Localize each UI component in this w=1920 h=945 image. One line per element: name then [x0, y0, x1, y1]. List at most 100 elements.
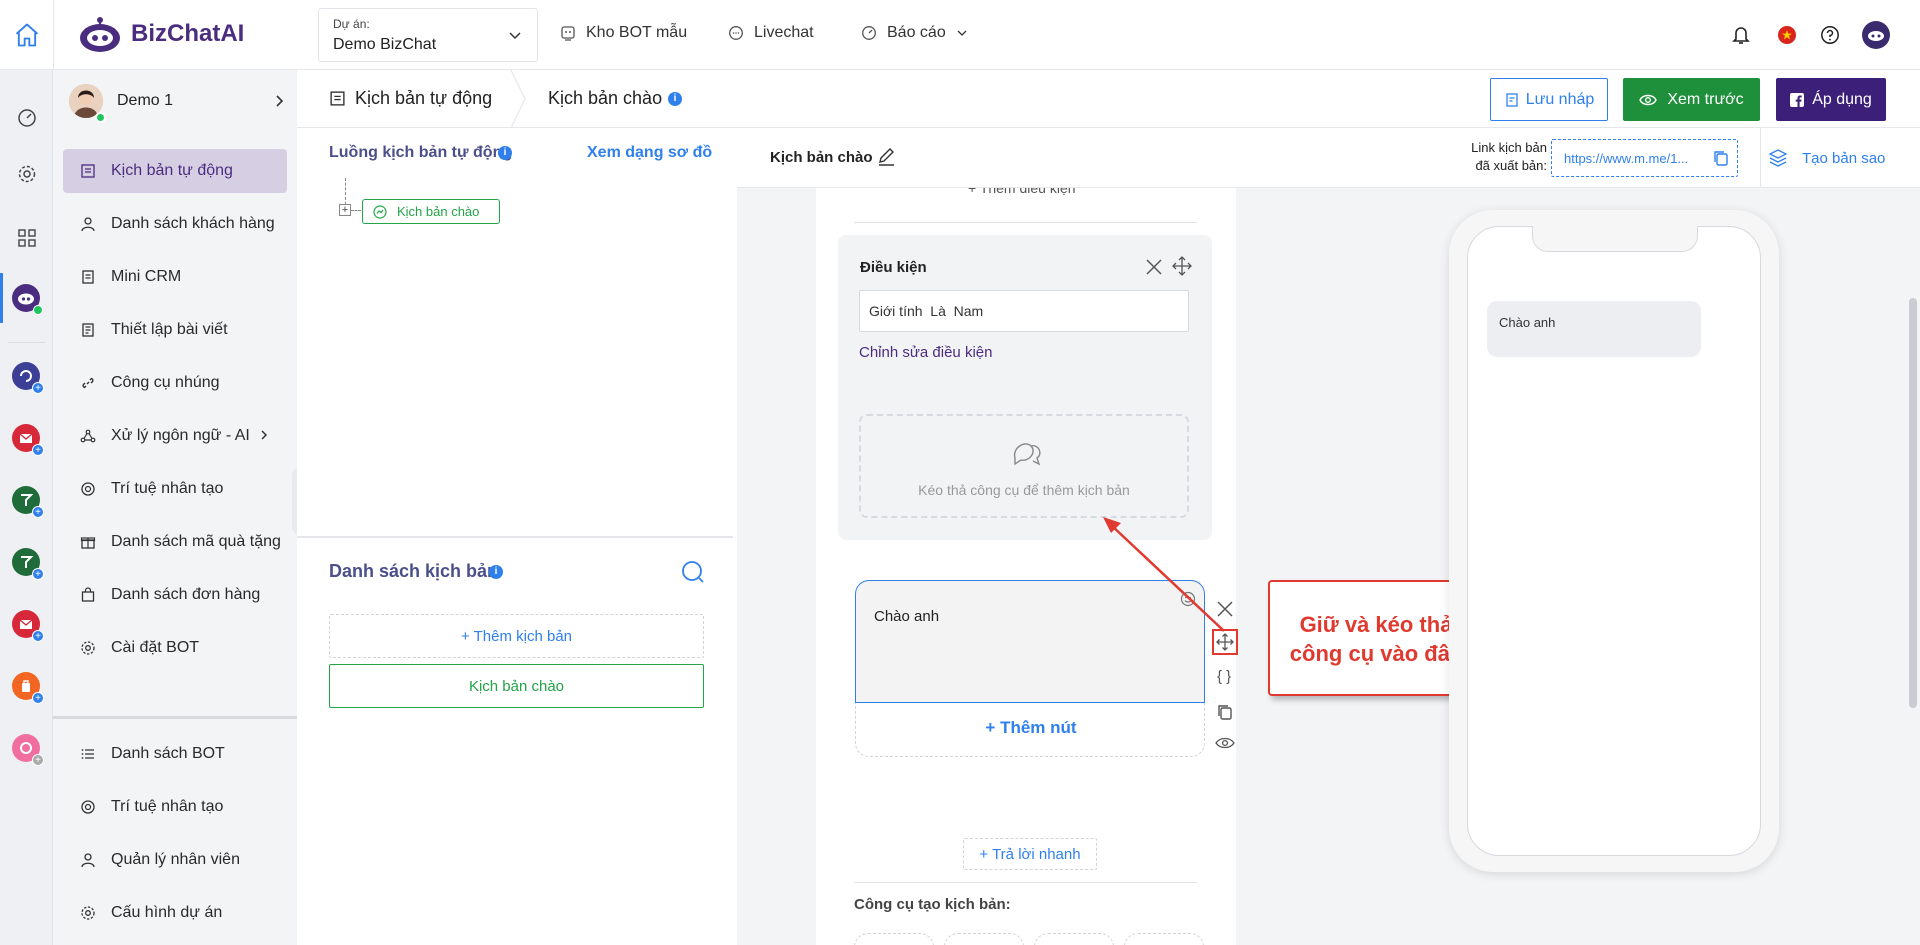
tools-title: Công cụ tạo kịch bản: — [854, 896, 1011, 913]
nav-livechat-label: Livechat — [754, 24, 814, 41]
drop-zone-hint: Kéo thả công cụ để thêm kịch bản — [918, 482, 1130, 498]
sidebar-item-kich-ban[interactable]: Kịch bản tự động — [63, 149, 287, 193]
flow-node[interactable]: Kịch bản chào — [362, 199, 500, 224]
grid-icon[interactable] — [13, 224, 41, 252]
diagram-view-link[interactable]: Xem dạng sơ đồ — [587, 144, 712, 162]
app-shortcut-3-icon[interactable]: + — [12, 486, 44, 518]
account-avatar[interactable] — [1862, 21, 1890, 49]
script-list-item[interactable]: Kịch bản chào — [329, 664, 704, 708]
nav-kho-bot[interactable]: Kho BOT mẫu — [560, 24, 687, 42]
home-icon[interactable] — [13, 21, 41, 49]
search-icon[interactable] — [681, 560, 705, 584]
quick-reply-button[interactable]: + Trả lời nhanh — [963, 838, 1097, 870]
preview-bubble-text: Chào anh — [1499, 315, 1556, 330]
app-shortcut-2-icon[interactable]: + — [12, 424, 44, 456]
help-icon[interactable] — [1820, 25, 1840, 45]
bell-icon[interactable] — [1732, 25, 1750, 45]
expand-icon[interactable]: + — [339, 204, 351, 216]
sidebar-item-don-hang[interactable]: Danh sách đơn hàng — [63, 573, 287, 617]
info-icon[interactable]: i — [489, 565, 503, 579]
condition-field[interactable]: Giới tính Là Nam — [859, 290, 1189, 332]
apply-button[interactable]: Áp dụng — [1776, 78, 1886, 121]
bizchat-app-icon[interactable] — [12, 284, 43, 315]
nav-livechat[interactable]: Livechat — [728, 24, 814, 42]
sidebar-divider — [53, 716, 297, 719]
close-icon[interactable] — [1145, 258, 1163, 276]
scrollbar-thumb[interactable] — [1909, 298, 1917, 708]
message-text: Chào anh — [874, 608, 940, 625]
ai-icon — [77, 481, 99, 497]
dashboard-icon[interactable] — [13, 104, 41, 132]
app-shortcut-1-icon[interactable]: + — [12, 362, 44, 394]
make-copy-button[interactable]: Tạo bản sao — [1768, 148, 1885, 168]
tool-chip[interactable] — [1124, 933, 1204, 945]
info-icon[interactable]: i — [498, 146, 512, 160]
published-link-label-2: đã xuất bản: — [1475, 158, 1547, 173]
sidebar-item-cau-hinh[interactable]: Cấu hình dự án — [63, 891, 287, 935]
callout-arrow — [1103, 517, 1225, 632]
published-link-label: Link kịch bản đã xuất bản: — [1447, 140, 1547, 173]
copy-icon[interactable] — [1712, 149, 1730, 167]
panel-divider — [297, 536, 733, 538]
add-button-area[interactable]: + Thêm nút — [855, 703, 1205, 757]
sidebar-item-label: Danh sách đơn hàng — [111, 586, 261, 603]
sidebar-item-mini-crm[interactable]: Mini CRM — [63, 255, 287, 299]
gear-icon[interactable] — [13, 160, 41, 188]
sidebar-item-danh-sach-bot[interactable]: Danh sách BOT — [63, 732, 287, 776]
tool-chip[interactable] — [944, 933, 1024, 945]
chat-bubble-icon — [728, 25, 744, 41]
published-link-field[interactable]: https://www.m.me/1... — [1551, 139, 1738, 177]
layers-icon — [1768, 148, 1788, 168]
preview-button[interactable]: Xem trước — [1623, 78, 1760, 121]
vietnam-flag-icon[interactable] — [1778, 26, 1796, 44]
duplicate-icon[interactable] — [1216, 703, 1234, 721]
chevron-right-icon[interactable] — [273, 94, 285, 108]
editor-panel: Kịch bản chào Link kịch bản đã xuất bản:… — [737, 128, 1920, 945]
sidebar-item-label: Công cụ nhúng — [111, 374, 220, 391]
link-icon — [77, 375, 99, 391]
chevron-down-icon — [507, 27, 523, 43]
online-status-dot — [95, 112, 106, 123]
add-condition-link[interactable]: + Thêm điều kiện — [968, 188, 1076, 196]
sidebar-item-label: Xử lý ngôn ngữ - AI — [111, 427, 250, 444]
sidebar-item-cong-cu-nhung[interactable]: Công cụ nhúng — [63, 361, 287, 405]
tool-chip[interactable] — [1034, 933, 1114, 945]
sidebar-item-bai-viet[interactable]: Thiết lập bài viết — [63, 308, 287, 352]
scripts-title: Danh sách kịch bản — [329, 561, 499, 581]
sidebar-item-nhan-vien[interactable]: Quản lý nhân viên — [63, 838, 287, 882]
info-icon[interactable]: i — [668, 92, 682, 106]
edit-condition-link[interactable]: Chỉnh sửa điều kiện — [859, 344, 992, 361]
sidebar-item-khach-hang[interactable]: Danh sách khách hàng — [63, 202, 287, 246]
sidebar-item-cai-dat-bot[interactable]: Cài đặt BOT — [63, 626, 287, 670]
app-shortcut-7-icon[interactable]: + — [12, 734, 44, 766]
clipboard-icon — [77, 269, 99, 285]
gear-icon — [77, 905, 99, 921]
make-copy-label: Tạo bản sao — [1802, 149, 1886, 167]
add-script-button[interactable]: + Thêm kịch bản — [329, 614, 704, 658]
app-shortcut-4-icon[interactable]: + — [12, 548, 44, 580]
sidebar-item-ngon-ngu-ai[interactable]: Xử lý ngôn ngữ - AI — [63, 414, 287, 458]
drop-zone[interactable]: Kéo thả công cụ để thêm kịch bản — [859, 414, 1189, 518]
user-name: Demo 1 — [117, 92, 174, 109]
project-select[interactable]: Dự án: Demo BizChat — [318, 8, 538, 62]
gift-icon — [77, 534, 99, 550]
eye-icon[interactable] — [1215, 736, 1235, 750]
editor-subheader: Kịch bản chào Link kịch bản đã xuất bản:… — [737, 128, 1920, 188]
app-shortcut-5-icon[interactable]: + — [12, 610, 44, 642]
chevron-down-icon — [956, 27, 968, 39]
move-icon[interactable] — [1172, 256, 1192, 276]
nav-bao-cao[interactable]: Báo cáo — [861, 24, 968, 42]
edit-icon[interactable] — [876, 146, 898, 168]
shopping-bag-icon — [77, 587, 99, 603]
breadcrumb-root[interactable]: Kịch bản tự động — [355, 88, 492, 109]
sidebar-item-tri-tue-2[interactable]: Trí tuệ nhân tạo — [63, 785, 287, 829]
brand-logo[interactable] — [78, 14, 122, 54]
save-draft-button[interactable]: Lưu nháp — [1490, 78, 1608, 121]
ai-icon — [77, 799, 99, 815]
sidebar-item-tri-tue[interactable]: Trí tuệ nhân tạo — [63, 467, 287, 511]
tool-chip[interactable] — [854, 933, 934, 945]
variable-icon[interactable]: { } — [1217, 668, 1231, 685]
sidebar-item-ma-qua-tang[interactable]: Danh sách mã quà tặng — [63, 520, 287, 564]
app-shortcut-6-icon[interactable]: + — [12, 672, 44, 704]
published-link-label-1: Link kịch bản — [1471, 140, 1547, 155]
